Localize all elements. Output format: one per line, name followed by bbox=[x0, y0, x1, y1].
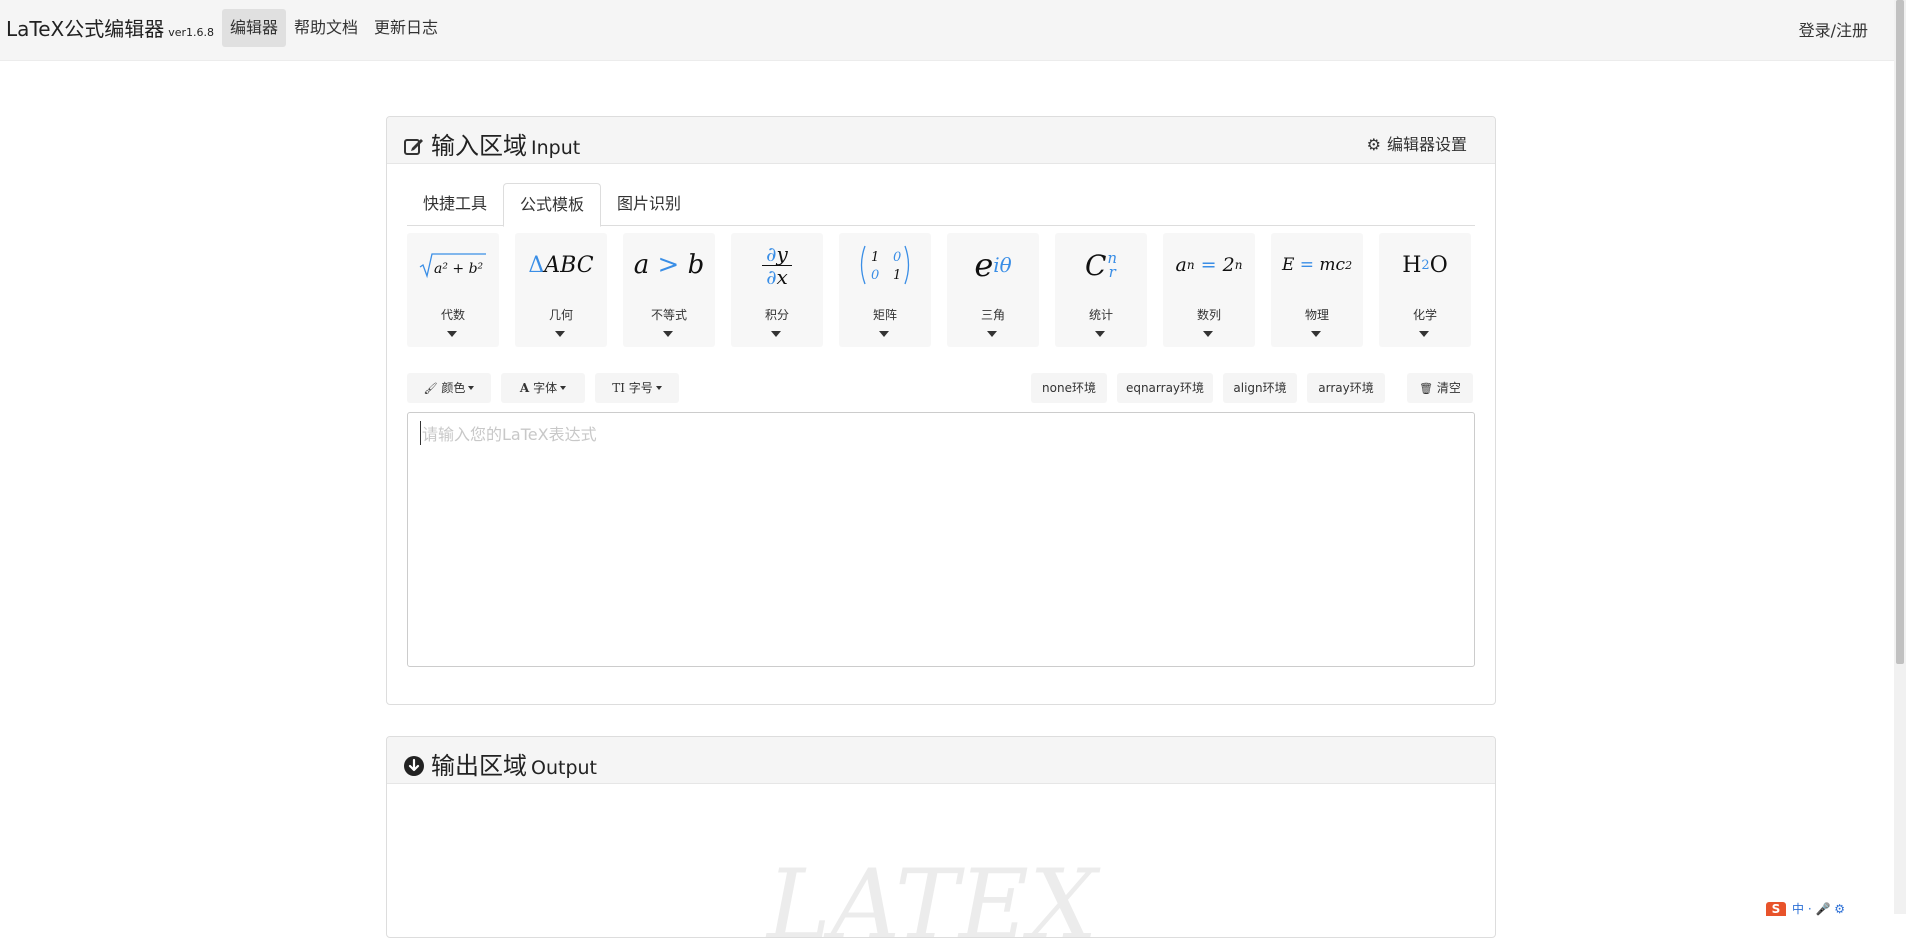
template-formula-algebra: a² + b² bbox=[407, 233, 499, 297]
arrow-circle-down-icon bbox=[404, 756, 424, 776]
tab-formula-templates[interactable]: 公式模板 bbox=[503, 183, 602, 227]
caret-down-icon bbox=[655, 386, 662, 390]
brush-icon: 🖌 bbox=[423, 382, 438, 395]
template-card-matrix[interactable]: 1 0 0 1 矩阵 bbox=[839, 233, 931, 347]
input-panel-title: 输入区域 Input bbox=[403, 126, 580, 161]
font-size-dropdown[interactable]: TI 字号 bbox=[595, 373, 679, 403]
clear-button[interactable]: 🗑 清空 bbox=[1407, 373, 1473, 403]
top-navbar: LaTeX公式编辑器 ver1.6.8 编辑器 帮助文档 更新日志 登录/注册 bbox=[0, 0, 1894, 61]
template-card-trig[interactable]: e iθ 三角 bbox=[947, 233, 1039, 347]
brand-title: LaTeX公式编辑器 bbox=[6, 17, 165, 41]
editor-placeholder: 请输入您的LaTeX表达式 bbox=[420, 421, 597, 445]
template-card-integral[interactable]: ∂y ∂x 积分 bbox=[731, 233, 823, 347]
editor-settings-label: 编辑器设置 bbox=[1386, 135, 1467, 154]
latex-input-editor[interactable]: 请输入您的LaTeX表达式 bbox=[407, 412, 1475, 667]
template-tabs: 快捷工具 公式模板 图片识别 bbox=[407, 183, 1475, 227]
template-formula-matrix: 1 0 0 1 bbox=[839, 233, 931, 297]
template-card-algebra[interactable]: a² + b² 代数 bbox=[407, 233, 499, 347]
template-formula-integral: ∂y ∂x bbox=[731, 233, 823, 297]
text-height-icon: TI bbox=[612, 381, 625, 395]
sqrt-formula-icon: a² + b² bbox=[419, 253, 486, 279]
input-title-en: Input bbox=[531, 137, 581, 159]
template-card-statistics[interactable]: Cnr 统计 bbox=[1055, 233, 1147, 347]
svg-text:0: 0 bbox=[893, 250, 901, 265]
tab-image-recognition[interactable]: 图片识别 bbox=[601, 183, 697, 224]
font-size-label: 字号 bbox=[628, 381, 653, 395]
input-title-cn: 输入区域 bbox=[431, 132, 527, 160]
output-panel-header: 输出区域 Output bbox=[387, 737, 1495, 784]
color-dropdown[interactable]: 🖌 颜色 bbox=[407, 373, 491, 403]
template-label: 数列 bbox=[1196, 308, 1221, 322]
edit-icon bbox=[404, 139, 423, 155]
tab-quick-tools[interactable]: 快捷工具 bbox=[407, 183, 503, 224]
template-card-physics[interactable]: E = mc 2 物理 bbox=[1271, 233, 1363, 347]
template-formula-chemistry: H2O bbox=[1402, 252, 1448, 278]
clear-label: 清空 bbox=[1436, 381, 1461, 395]
array-env-button[interactable]: array环境 bbox=[1307, 373, 1385, 403]
template-card-sequence[interactable]: an = 2n 数列 bbox=[1163, 233, 1255, 347]
input-panel-header: 输入区域 Input ⚙ 编辑器设置 bbox=[387, 117, 1495, 164]
chevron-down-icon bbox=[555, 331, 565, 337]
template-formula-trig: e iθ bbox=[974, 246, 1012, 284]
nav-item-editor[interactable]: 编辑器 bbox=[222, 9, 287, 47]
output-panel-title: 输出区域 Output bbox=[403, 746, 597, 781]
none-env-button[interactable]: none环境 bbox=[1031, 373, 1107, 403]
color-label: 颜色 bbox=[441, 381, 466, 395]
template-card-geometry[interactable]: Δ ABC 几何 bbox=[515, 233, 607, 347]
template-label: 几何 bbox=[548, 308, 573, 322]
caret-down-icon bbox=[560, 386, 567, 390]
gear-icon: ⚙ bbox=[1366, 135, 1381, 154]
eqnarray-env-button[interactable]: eqnarray环境 bbox=[1117, 373, 1213, 403]
template-label: 代数 bbox=[440, 308, 465, 322]
scrollbar-thumb[interactable] bbox=[1896, 0, 1904, 664]
template-card-chemistry[interactable]: H2O 化学 bbox=[1379, 233, 1471, 347]
latex-watermark-logo: LATEX bbox=[767, 849, 1098, 938]
chevron-down-icon bbox=[663, 331, 673, 337]
align-env-button[interactable]: align环境 bbox=[1223, 373, 1297, 403]
template-formula-physics: E = mc 2 bbox=[1281, 255, 1353, 275]
trash-icon: 🗑 bbox=[1419, 382, 1434, 395]
chevron-down-icon bbox=[447, 331, 457, 337]
output-title-en: Output bbox=[531, 757, 597, 779]
svg-text:1: 1 bbox=[871, 250, 879, 265]
nav-item-changelog[interactable]: 更新日志 bbox=[366, 9, 446, 47]
template-label: 三角 bbox=[980, 308, 1005, 322]
template-label: 不等式 bbox=[650, 308, 687, 322]
ime-tray[interactable]: S中 · 🎤 ⚙ bbox=[1766, 900, 1845, 916]
template-formula-statistics: Cnr bbox=[1084, 248, 1118, 282]
svg-text:0: 0 bbox=[871, 268, 879, 283]
svg-text:a² + b²: a² + b² bbox=[434, 261, 484, 277]
chevron-down-icon bbox=[1203, 331, 1213, 337]
template-label: 积分 bbox=[764, 308, 789, 322]
template-label: 统计 bbox=[1088, 308, 1113, 322]
chevron-down-icon bbox=[1095, 331, 1105, 337]
template-formula-geometry: Δ ABC bbox=[528, 252, 594, 278]
input-panel: 输入区域 Input ⚙ 编辑器设置 快捷工具 公式模板 图片识别 a² + b² … bbox=[386, 116, 1496, 705]
svg-text:1: 1 bbox=[893, 268, 901, 283]
template-formula-sequence: an = 2n bbox=[1175, 254, 1243, 276]
editor-settings-button[interactable]: ⚙ 编辑器设置 bbox=[1367, 131, 1467, 155]
template-label: 化学 bbox=[1412, 308, 1437, 322]
brand[interactable]: LaTeX公式编辑器 ver1.6.8 bbox=[6, 13, 214, 42]
chevron-down-icon bbox=[879, 331, 889, 337]
template-formula-inequality: a > b bbox=[633, 250, 705, 280]
matrix-formula-icon: 1 0 0 1 bbox=[860, 245, 910, 285]
login-register-link[interactable]: 登录/注册 bbox=[1799, 17, 1868, 41]
template-label: 矩阵 bbox=[872, 308, 897, 322]
font-icon: A bbox=[519, 381, 530, 395]
template-card-inequality[interactable]: a > b 不等式 bbox=[623, 233, 715, 347]
chevron-down-icon bbox=[1419, 331, 1429, 337]
output-title-cn: 输出区域 bbox=[431, 752, 527, 780]
font-label: 字体 bbox=[533, 381, 558, 395]
nav-item-help-docs[interactable]: 帮助文档 bbox=[286, 9, 366, 47]
font-dropdown[interactable]: A 字体 bbox=[501, 373, 585, 403]
page-scrollbar[interactable] bbox=[1894, 0, 1906, 914]
chevron-down-icon bbox=[1311, 331, 1321, 337]
chevron-down-icon bbox=[771, 331, 781, 337]
template-label: 物理 bbox=[1304, 308, 1329, 322]
brand-version: ver1.6.8 bbox=[168, 26, 215, 39]
caret-down-icon bbox=[468, 386, 475, 390]
output-panel: 输出区域 Output LATEX bbox=[386, 736, 1496, 938]
chevron-down-icon bbox=[987, 331, 997, 337]
